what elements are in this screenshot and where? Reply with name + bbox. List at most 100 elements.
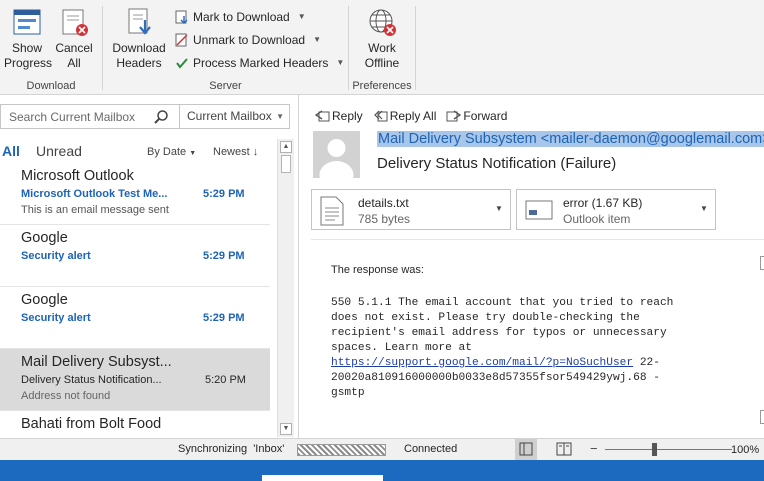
show-progress-label: Show Progress: [4, 41, 53, 70]
reading-view-icon[interactable]: [556, 442, 572, 456]
download-headers-button[interactable]: Download Headers: [110, 6, 168, 71]
mark-download-icon: [175, 10, 189, 24]
message-time: 5:20 PM: [205, 374, 246, 386]
attachment-size: 785 bytes: [358, 212, 411, 226]
connection-status: Connected: [404, 443, 458, 455]
attachment-error-item[interactable]: error (1.67 KB) Outlook item ▼: [516, 189, 716, 230]
filter-all-tab[interactable]: All: [2, 143, 20, 159]
message-subject: Security alert: [21, 250, 91, 262]
list-item[interactable]: Google Security alert 5:29 PM: [0, 225, 270, 287]
list-item[interactable]: Google Security alert 5:29 PM: [0, 287, 270, 349]
sort-by-dropdown[interactable]: By Date ▼: [147, 146, 196, 158]
outlook-item-icon: [525, 200, 553, 225]
message-time: 5:29 PM: [203, 250, 245, 262]
reply-all-icon: [373, 109, 388, 123]
pane-divider[interactable]: [298, 95, 299, 438]
taskbar-item[interactable]: [262, 475, 383, 481]
download-headers-label: Download Headers: [112, 41, 166, 70]
message-list: Microsoft Outlook Microsoft Outlook Test…: [0, 163, 277, 437]
search-scope-label: Current Mailbox: [187, 109, 272, 123]
chevron-down-icon: ▼: [189, 150, 197, 157]
search-scope-dropdown[interactable]: Current Mailbox ▼: [179, 105, 290, 128]
chevron-down-icon[interactable]: ▼: [700, 204, 708, 213]
message-preview: Address not found: [21, 390, 111, 402]
message-body: 550 5.1.1 The email account that you tri…: [331, 296, 726, 401]
search-icon[interactable]: [153, 109, 169, 125]
chevron-down-icon[interactable]: ▼: [495, 204, 503, 213]
sync-progress-bar: [297, 444, 386, 456]
unmark-to-download-button[interactable]: Unmark to Download ▼: [175, 29, 321, 50]
cancel-all-button[interactable]: Cancel All: [53, 6, 95, 71]
body-title: The response was:: [331, 264, 424, 276]
avatar: [313, 131, 360, 178]
sender-address[interactable]: Mail Delivery Subsystem <mailer-daemon@g…: [377, 131, 764, 149]
filter-unread-tab[interactable]: Unread: [36, 143, 82, 159]
message-subject: Delivery Status Notification...: [21, 374, 162, 386]
edge-checkbox[interactable]: [760, 256, 764, 270]
list-item-selected[interactable]: Mail Delivery Subsyst... Delivery Status…: [0, 349, 270, 411]
message-subject: Security alert: [21, 312, 91, 324]
zoom-level: 100%: [731, 444, 760, 456]
preferences-group: Work Offline Preferences: [349, 0, 415, 95]
zoom-out-icon[interactable]: −: [590, 441, 598, 456]
scroll-up-icon[interactable]: ▲: [280, 141, 292, 153]
forward-button[interactable]: Forward: [446, 106, 507, 126]
body-line: https://support.google.com/mail/?p=NoSuc…: [331, 356, 726, 371]
message-time: 5:29 PM: [203, 312, 245, 324]
zoom-slider-thumb[interactable]: [652, 443, 657, 456]
chevron-down-icon: ▼: [297, 12, 306, 21]
download-group: Show Progress Cancel All Download: [0, 0, 102, 95]
message-sender: Microsoft Outlook: [21, 168, 134, 184]
sync-status: Synchronizing 'Inbox': [178, 443, 285, 455]
show-progress-button[interactable]: Show Progress: [4, 6, 53, 71]
message-sender: Google: [21, 230, 68, 246]
mark-to-download-label: Mark to Download: [193, 9, 290, 24]
work-offline-button[interactable]: Work Offline: [359, 6, 405, 71]
reply-all-button[interactable]: Reply All: [373, 106, 437, 126]
taskbar: [0, 460, 764, 481]
attachment-details-txt[interactable]: details.txt 785 bytes ▼: [311, 189, 511, 230]
zoom-slider[interactable]: [605, 449, 732, 450]
message-sender: Bahati from Bolt Food: [21, 416, 162, 432]
forward-icon: [446, 109, 462, 123]
outlook-window: Show Progress Cancel All Download Downlo…: [0, 0, 764, 481]
body-line: gsmtp: [331, 387, 365, 399]
body-line: does not exist. Please try double-checki…: [331, 312, 640, 324]
message-list-scrollbar[interactable]: ▲ ▼: [277, 139, 294, 437]
process-marked-headers-button[interactable]: Process Marked Headers ▼: [175, 52, 344, 73]
server-group-label: Server: [209, 80, 242, 92]
ribbon-separator: [415, 6, 416, 90]
body-line: 20020a810916000000b0033e8d57355fsor54942…: [331, 372, 660, 384]
sender-text: Mail Delivery Subsystem <mailer-daemon@g…: [377, 131, 764, 147]
scrollbar-thumb[interactable]: [281, 155, 291, 173]
cancel-all-label: Cancel All: [55, 41, 93, 70]
attachment-name: error (1.67 KB): [563, 196, 643, 210]
process-marked-headers-label: Process Marked Headers: [193, 55, 329, 70]
work-offline-label: Work Offline: [364, 41, 400, 70]
forward-label: Forward: [463, 109, 508, 123]
download-group-label: Download: [26, 80, 76, 92]
unmark-to-download-label: Unmark to Download: [193, 32, 306, 47]
message-time: 5:29 PM: [203, 188, 245, 200]
status-bar: Synchronizing 'Inbox' Connected − 100%: [0, 438, 764, 460]
sort-order-toggle[interactable]: Newest ↓: [213, 146, 258, 158]
filter-bar: All Unread By Date ▼ Newest ↓: [0, 139, 277, 165]
message-subject: Microsoft Outlook Test Me...: [21, 188, 168, 200]
reply-label: Reply: [332, 109, 363, 123]
help-link[interactable]: https://support.google.com/mail/?p=NoSuc…: [331, 357, 633, 369]
edge-checkbox[interactable]: [760, 410, 764, 424]
list-item[interactable]: Bahati from Bolt Food: [0, 411, 270, 437]
cancel-all-icon: [58, 6, 90, 38]
reply-all-label: Reply All: [389, 109, 437, 123]
server-group: Download Headers Mark to Download ▼ Unma…: [103, 0, 348, 95]
show-progress-icon: [11, 6, 43, 38]
attachment-name: details.txt: [358, 196, 409, 210]
reply-button[interactable]: Reply: [314, 106, 363, 126]
body-line-tail: 22-: [633, 357, 660, 369]
mark-to-download-button[interactable]: Mark to Download ▼: [175, 6, 306, 27]
list-item[interactable]: Microsoft Outlook Microsoft Outlook Test…: [0, 163, 270, 225]
scroll-down-icon[interactable]: ▼: [280, 423, 292, 435]
sort-order-label: Newest: [213, 146, 250, 158]
normal-view-icon[interactable]: [515, 439, 537, 460]
attachment-size: Outlook item: [563, 212, 631, 226]
